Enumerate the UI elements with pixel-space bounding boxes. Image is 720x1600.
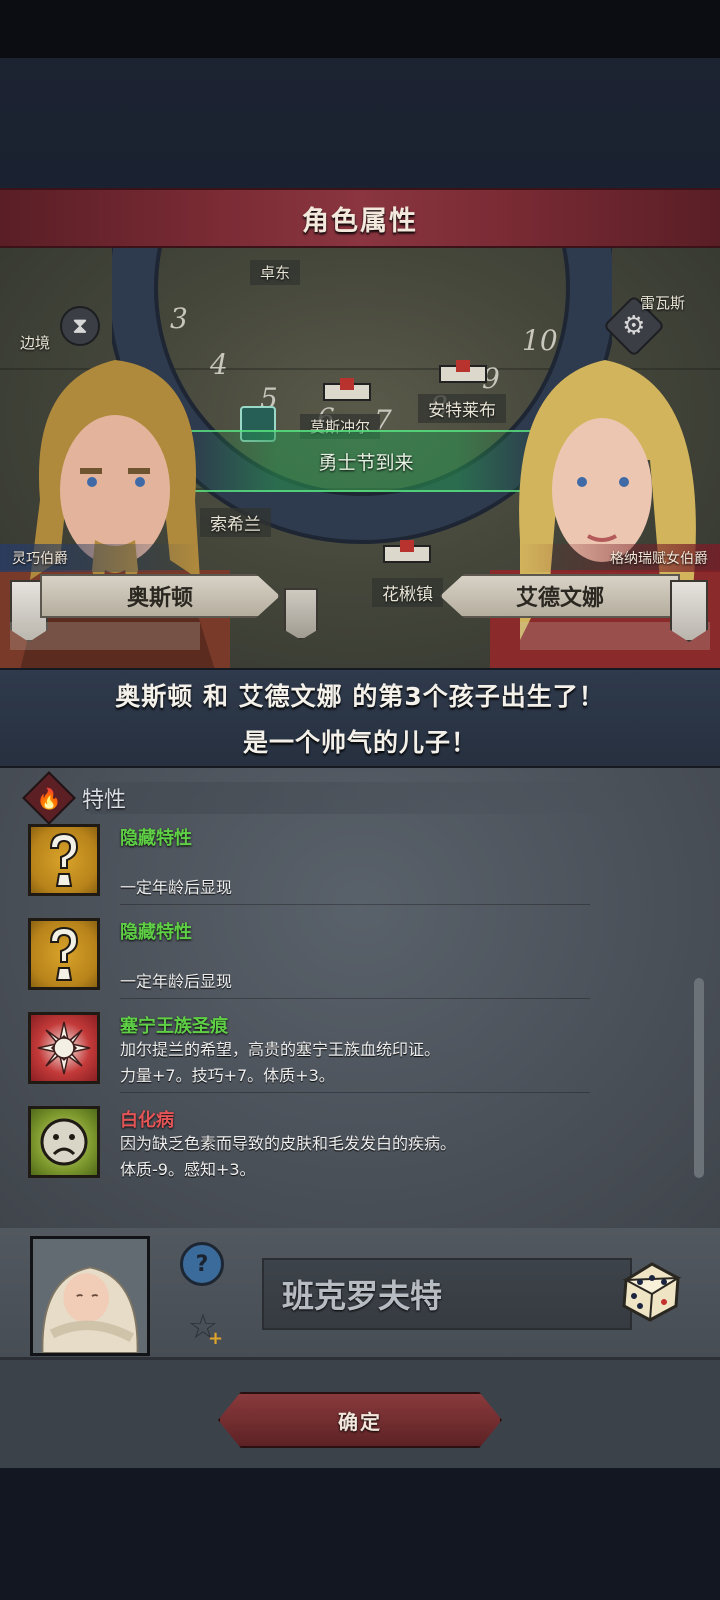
dice-icon [622, 1262, 682, 1322]
baby-portrait[interactable] [30, 1236, 150, 1356]
trait-desc: 一定年龄后显现 [120, 878, 233, 897]
divider [120, 904, 590, 905]
place-label: 卓东 [250, 260, 301, 285]
trait-effects: 体质-9。感知+3。 [120, 1160, 256, 1179]
scrollbar[interactable] [694, 978, 704, 1178]
section-header-bg [90, 782, 650, 814]
announcement-line-2: 是一个帅气的儿子！ [242, 728, 477, 757]
randomize-name-button[interactable] [616, 1254, 686, 1324]
confirm-button[interactable]: 确定 [218, 1392, 502, 1448]
trait-name: 隐藏特性 [120, 828, 192, 849]
town-icon [320, 376, 374, 402]
question-icon [28, 918, 100, 990]
sun-sigil-icon [28, 1012, 100, 1084]
child-name-field[interactable]: 班克罗夫特 [262, 1258, 632, 1330]
bottom-background [0, 1468, 720, 1600]
flame-icon: 🔥 [22, 771, 76, 825]
trait-desc: 因为缺乏色素而导致的皮肤和毛发发白的疾病。 [120, 1134, 457, 1153]
town-icon [380, 538, 434, 564]
child-row: ? ☆ + 班克罗夫特 [0, 1228, 720, 1360]
divider [120, 998, 590, 999]
map-scene: 3 4 5 6 7 8 9 10 ⧗ ⚙ 安特莱布 索希兰 花楸镇 莫斯冲尔 卓… [0, 248, 720, 668]
trait-item[interactable]: 隐藏特性 一定年龄后显现 [28, 918, 668, 1000]
traits-panel[interactable]: 🔥 特性 隐藏特性 一定年龄后显现 隐藏特性 一定年龄后显现 塞宁王族圣痕 加尔… [0, 768, 720, 1228]
question-icon [28, 824, 100, 896]
trait-name: 隐藏特性 [120, 922, 192, 943]
page-title: 角色属性 [302, 205, 418, 237]
trait-item[interactable]: 隐藏特性 一定年龄后显现 [28, 824, 668, 906]
trait-item[interactable]: 塞宁王族圣痕 加尔提兰的希望，高贵的塞宁王族血统印证。 力量+7。技巧+7。体质… [28, 1012, 668, 1094]
divider [120, 1092, 590, 1093]
dial-number: 3 [170, 302, 188, 335]
plus-icon: + [208, 1328, 224, 1349]
trait-name: 白化病 [120, 1110, 174, 1131]
mother-banner-icon [670, 580, 708, 642]
traits-header: 🔥 特性 [22, 771, 127, 825]
trait-effects: 力量+7。技巧+7。体质+3。 [120, 1066, 335, 1085]
nameplate-shadow [10, 622, 200, 650]
town-icon [436, 358, 490, 384]
announcement-line-1: 奥斯顿 和 艾德文娜 的第3个孩子出生了！ [115, 682, 605, 711]
mother-name: 艾德文娜 [440, 574, 680, 618]
title-bar: 角色属性 [0, 188, 720, 248]
sad-face-icon [28, 1106, 100, 1178]
status-bar [0, 0, 720, 58]
trait-desc: 加尔提兰的希望，高贵的塞宁王族血统印证。 [120, 1040, 441, 1059]
center-banner-icon [284, 588, 318, 640]
add-favorite-button[interactable]: ☆ + [180, 1304, 226, 1350]
father-name: 奥斯顿 [40, 574, 280, 618]
mother-title: 格纳瑞赋女伯爵 [520, 544, 720, 572]
trait-desc: 一定年龄后显现 [120, 972, 233, 991]
trait-name: 塞宁王族圣痕 [120, 1016, 228, 1037]
dimmed-background [0, 58, 720, 188]
question-icon: ? [195, 1251, 209, 1277]
birth-announcement: 奥斯顿 和 艾德文娜 的第3个孩子出生了！ 是一个帅气的儿子！ [0, 668, 720, 768]
trait-item[interactable]: 白化病 因为缺乏色素而导致的皮肤和毛发发白的疾病。 体质-9。感知+3。 [28, 1106, 668, 1188]
place-label: 花楸镇 [372, 578, 443, 607]
event-text: 勇士节到来 [318, 451, 414, 474]
father-title: 灵巧伯爵 [0, 544, 200, 572]
traits-section-label: 特性 [82, 788, 127, 813]
help-button[interactable]: ? [180, 1242, 224, 1286]
place-label: 雷瓦斯 [640, 294, 686, 312]
